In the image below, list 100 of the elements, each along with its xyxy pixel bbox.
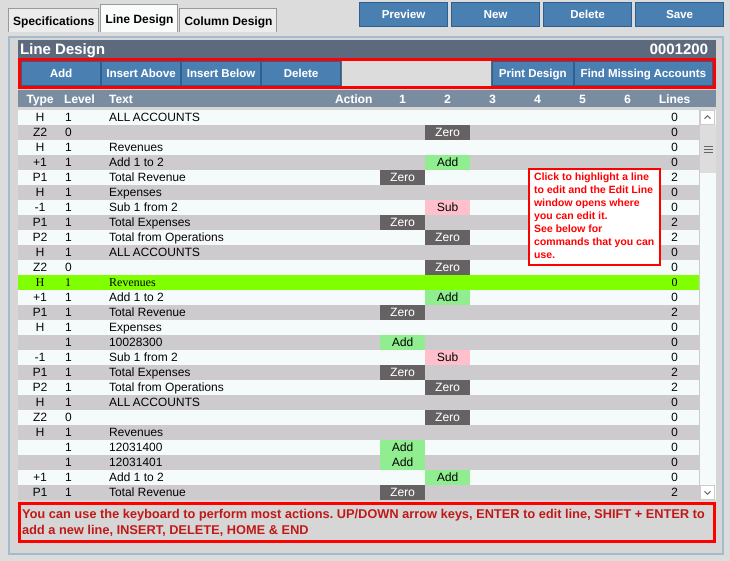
action-tag: Zero	[425, 125, 470, 140]
table-cell: 2	[671, 485, 678, 499]
table-cell: ALL ACCOUNTS	[109, 110, 200, 124]
action-tag: Add	[380, 440, 425, 455]
table-cell: 0	[671, 335, 678, 349]
table-row[interactable]: H 1 ALL ACCOUNTS 0	[18, 395, 699, 410]
scroll-down-icon[interactable]	[700, 485, 715, 500]
table-cell: +1	[33, 290, 47, 304]
action-button[interactable]: Preview	[359, 2, 448, 27]
column-header: Action	[335, 92, 374, 106]
action-tag: Zero	[380, 215, 425, 230]
action-tag: Zero	[380, 305, 425, 320]
tab[interactable]: Column Design	[179, 8, 278, 32]
table-cell: 2	[671, 305, 678, 319]
table-cell: H	[36, 320, 44, 334]
table-row[interactable]: H 1 Revenues 0	[18, 425, 699, 440]
table-row[interactable]: Z2 0 Zero 0	[18, 125, 699, 140]
table-cell: 1	[65, 470, 72, 484]
table-cell: 12031401	[109, 455, 162, 469]
table-cell: P1	[32, 365, 48, 379]
table-cell: 0	[671, 440, 678, 454]
toolbar-button[interactable]: Add	[21, 61, 101, 86]
table-cell: H	[36, 425, 44, 439]
design-code: 0001200	[650, 41, 708, 58]
table-cell: 1	[65, 305, 72, 319]
action-tag: Zero	[425, 380, 470, 395]
table-cell: 0	[671, 155, 678, 169]
table-cell: 0	[671, 200, 678, 214]
table-cell: Z2	[32, 260, 47, 274]
panel-title: Line Design	[20, 41, 106, 58]
table-row[interactable]: +1 1 Add 1 to 2 Add 0	[18, 155, 699, 170]
action-tag: Zero	[380, 485, 425, 500]
table-cell: Total Expenses	[109, 365, 190, 379]
toolbar-button[interactable]: Delete	[261, 61, 341, 86]
table-cell: 0	[671, 395, 678, 409]
table-cell: Total Expenses	[109, 215, 190, 229]
table-cell: 0	[671, 320, 678, 334]
table-row[interactable]: 1 12031401 Add 0	[18, 455, 699, 470]
table-cell: 1	[65, 485, 72, 499]
table-cell: 1	[65, 185, 72, 199]
action-tag: Zero	[380, 170, 425, 185]
table-cell: -1	[34, 200, 46, 214]
toolbar-button[interactable]: Print Design	[492, 61, 574, 86]
column-header: Text	[109, 92, 134, 106]
table-cell: Revenues	[109, 275, 156, 289]
action-button[interactable]: Delete	[543, 2, 632, 27]
table-cell: 0	[671, 185, 678, 199]
tab[interactable]: Line Design	[100, 4, 178, 32]
column-header: Type	[25, 92, 55, 106]
table-cell: Revenues	[109, 140, 164, 154]
table-cell: 1	[65, 455, 72, 469]
table-cell: P2	[32, 380, 48, 394]
table-cell: Add 1 to 2	[109, 470, 164, 484]
table-row[interactable]: P1 1 Total Expenses Zero 2	[18, 365, 699, 380]
table-cell: 1	[65, 245, 72, 259]
action-button[interactable]: New	[451, 2, 540, 27]
table-cell: H	[36, 185, 44, 199]
action-tag: Add	[425, 470, 470, 485]
action-tag: Zero	[425, 410, 470, 425]
table-cell: Add 1 to 2	[109, 155, 164, 169]
table-cell: P1	[32, 170, 48, 184]
table-cell: 0	[671, 425, 678, 439]
table-cell: Total Revenue	[109, 170, 186, 184]
table-cell: 1	[65, 200, 72, 214]
column-header: 2	[443, 92, 452, 106]
toolbar-button[interactable]: Find Missing Accounts	[574, 61, 713, 86]
table-row[interactable]: 1 10028300 Add 0	[18, 335, 699, 350]
table-cell: Sub 1 from 2	[109, 200, 178, 214]
table-row[interactable]: H 1 Revenues 0	[18, 275, 699, 290]
table-cell: 1	[65, 440, 72, 454]
scroll-up-icon[interactable]	[700, 110, 715, 125]
toolbar-button[interactable]: Insert Below	[181, 61, 261, 86]
scrollbar[interactable]	[699, 110, 716, 500]
table-cell: 1	[65, 230, 72, 244]
action-tag: Zero	[425, 260, 470, 275]
table-cell: 1	[65, 215, 72, 229]
table-cell: P1	[32, 485, 48, 499]
tab[interactable]: Specifications	[8, 8, 100, 32]
table-cell: 2	[671, 230, 678, 244]
table-cell: H	[36, 110, 44, 124]
table-cell: Expenses	[109, 185, 162, 199]
action-button[interactable]: Save	[635, 2, 724, 27]
table-cell: Add 1 to 2	[109, 290, 164, 304]
table-cell: Expenses	[109, 320, 162, 334]
keyboard-note: You can use the keyboard to perform most actions. UP/DOWN arrow keys, ENTER to edit line, SHIFT + ENTER to add a new line, INSERT, DELETE, HOME & END	[18, 502, 716, 543]
table-cell: 1	[65, 290, 72, 304]
table-row[interactable]: P1 1 Total Revenue Zero 2	[18, 485, 699, 500]
table-cell: +1	[33, 470, 47, 484]
table-cell: 1	[65, 395, 72, 409]
action-tag: Add	[380, 335, 425, 350]
table-cell: 0	[671, 140, 678, 154]
table-row[interactable]: P1 1 Total Revenue Zero 2	[18, 305, 699, 320]
column-header: 4	[533, 92, 542, 106]
scroll-thumb[interactable]	[700, 125, 716, 173]
table-cell: H	[36, 395, 44, 409]
table-cell: Sub 1 from 2	[109, 350, 178, 364]
table-cell: H	[36, 140, 44, 154]
table-cell: 0	[65, 125, 72, 139]
table-cell: 1	[65, 425, 72, 439]
toolbar-button[interactable]: Insert Above	[101, 61, 181, 86]
